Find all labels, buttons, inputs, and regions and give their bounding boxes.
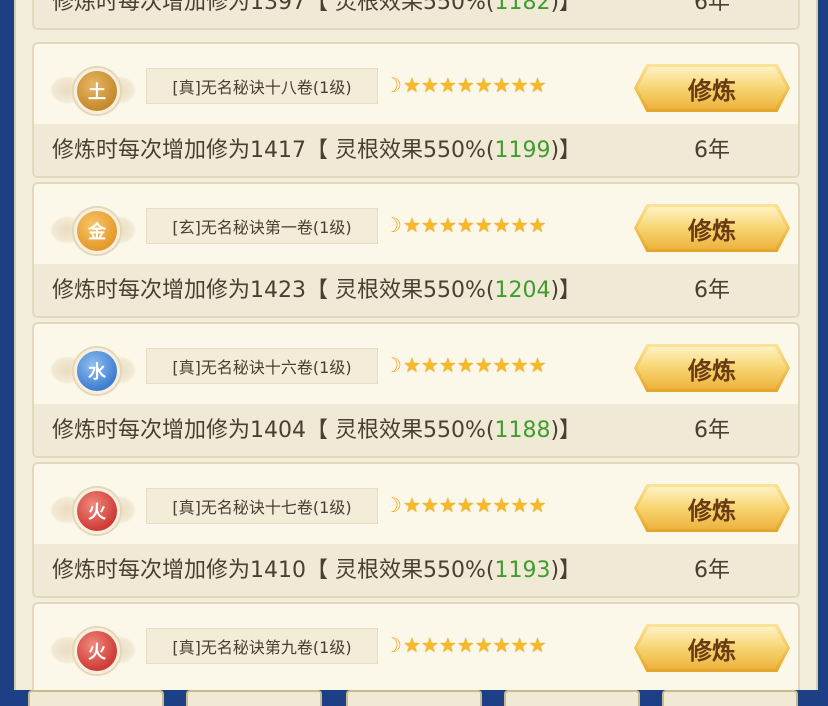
cultivate-button[interactable]: 修炼 [634,204,790,252]
cultivation-desc: 修炼时每次增加修为1423【 灵根效果550%(1204)】 [52,278,582,303]
element-emblem: 火 [50,486,136,534]
bottom-tab-bar [14,690,818,706]
element-emblem: 金 [50,206,136,254]
star-icon: ★ [510,493,529,517]
rating-stars: ☽ ★ ★ ★ ★ ★ ★ ★ ★ [384,72,546,98]
star-icon: ★ [528,213,547,237]
cultivate-button[interactable]: 修炼 [634,624,790,672]
list-item: 火 [真]无名秘诀十七卷(1级) ☽ ★ ★ ★ ★ ★ ★ ★ ★ 修炼 修炼… [32,462,800,598]
star-icon: ★ [528,633,547,657]
star-icon: ★ [492,353,511,377]
star-icon: ★ [528,493,547,517]
list-item: 金 [玄]无名秘诀第一卷(1级) ☽ ★ ★ ★ ★ ★ ★ ★ ★ 修炼 修炼… [32,182,800,318]
technique-title: [玄]无名秘诀第一卷(1级) [146,208,378,244]
star-icon: ★ [474,213,493,237]
cultivation-list-panel: 修炼时每次增加修为1397【 灵根效果550%(1182)】 6年 土 [真]无… [14,0,818,690]
star-icon: ★ [474,73,493,97]
star-icon: ★ [402,73,421,97]
element-water-icon: 水 [74,348,120,394]
cultivate-button-label: 修炼 [688,356,736,385]
star-icon: ★ [456,353,475,377]
star-icon: ★ [492,73,511,97]
star-icon: ★ [492,633,511,657]
star-icon: ★ [510,353,529,377]
moon-icon: ☽ [384,633,402,657]
star-icon: ★ [438,73,457,97]
star-icon: ★ [456,73,475,97]
moon-icon: ☽ [384,353,402,377]
years-label: 6年 [694,278,730,303]
element-emblem: 火 [50,626,136,674]
star-icon: ★ [492,213,511,237]
cultivate-button[interactable]: 修炼 [634,64,790,112]
cultivate-button-label: 修炼 [688,636,736,665]
list-item-partial-top: 修炼时每次增加修为1397【 灵根效果550%(1182)】 6年 [32,0,800,30]
star-icon: ★ [420,73,439,97]
rating-stars: ☽ ★ ★ ★ ★ ★ ★ ★ ★ [384,352,546,378]
star-icon: ★ [420,493,439,517]
star-icon: ★ [492,493,511,517]
moon-icon: ☽ [384,73,402,97]
list-item: 火 [真]无名秘诀第九卷(1级) ☽ ★ ★ ★ ★ ★ ★ ★ ★ 修炼 [32,602,800,690]
star-icon: ★ [456,213,475,237]
star-icon: ★ [510,213,529,237]
element-emblem: 水 [50,346,136,394]
star-icon: ★ [474,633,493,657]
list-item: 土 [真]无名秘诀十八卷(1级) ☽ ★ ★ ★ ★ ★ ★ ★ ★ 修炼 修炼… [32,42,800,178]
star-icon: ★ [402,213,421,237]
star-icon: ★ [474,353,493,377]
star-icon: ★ [474,493,493,517]
technique-title: [真]无名秘诀十七卷(1级) [146,488,378,524]
star-icon: ★ [402,633,421,657]
star-icon: ★ [402,493,421,517]
technique-title: [真]无名秘诀第九卷(1级) [146,628,378,664]
cultivation-desc: 修炼时每次增加修为1417【 灵根效果550%(1199)】 [52,138,582,163]
years-label: 6年 [694,558,730,583]
element-fire-icon: 火 [74,628,120,674]
technique-title: [真]无名秘诀十八卷(1级) [146,68,378,104]
element-fire-icon: 火 [74,488,120,534]
cultivate-button-label: 修炼 [688,76,736,105]
moon-icon: ☽ [384,213,402,237]
cultivation-desc: 修炼时每次增加修为1397【 灵根效果550%(1182)】 [52,0,582,15]
star-icon: ★ [438,213,457,237]
element-emblem: 土 [50,66,136,114]
cultivate-button[interactable]: 修炼 [634,344,790,392]
years-label: 6年 [694,418,730,443]
cultivate-button[interactable]: 修炼 [634,484,790,532]
cultivation-desc: 修炼时每次增加修为1410【 灵根效果550%(1193)】 [52,558,582,583]
star-icon: ★ [528,73,547,97]
star-icon: ★ [438,353,457,377]
star-icon: ★ [510,633,529,657]
star-icon: ★ [456,493,475,517]
star-icon: ★ [438,493,457,517]
star-icon: ★ [420,633,439,657]
star-icon: ★ [510,73,529,97]
star-icon: ★ [420,353,439,377]
star-icon: ★ [456,633,475,657]
element-earth-icon: 土 [74,68,120,114]
technique-title: [真]无名秘诀十六卷(1级) [146,348,378,384]
cultivation-desc: 修炼时每次增加修为1404【 灵根效果550%(1188)】 [52,418,582,443]
star-icon: ★ [438,633,457,657]
years-label: 6年 [694,0,730,15]
moon-icon: ☽ [384,493,402,517]
star-icon: ★ [420,213,439,237]
element-metal-icon: 金 [74,208,120,254]
rating-stars: ☽ ★ ★ ★ ★ ★ ★ ★ ★ [384,492,546,518]
rating-stars: ☽ ★ ★ ★ ★ ★ ★ ★ ★ [384,212,546,238]
star-icon: ★ [528,353,547,377]
star-icon: ★ [402,353,421,377]
cultivate-button-label: 修炼 [688,216,736,245]
cultivate-button-label: 修炼 [688,496,736,525]
list-item: 水 [真]无名秘诀十六卷(1级) ☽ ★ ★ ★ ★ ★ ★ ★ ★ 修炼 修炼… [32,322,800,458]
rating-stars: ☽ ★ ★ ★ ★ ★ ★ ★ ★ [384,632,546,658]
years-label: 6年 [694,138,730,163]
